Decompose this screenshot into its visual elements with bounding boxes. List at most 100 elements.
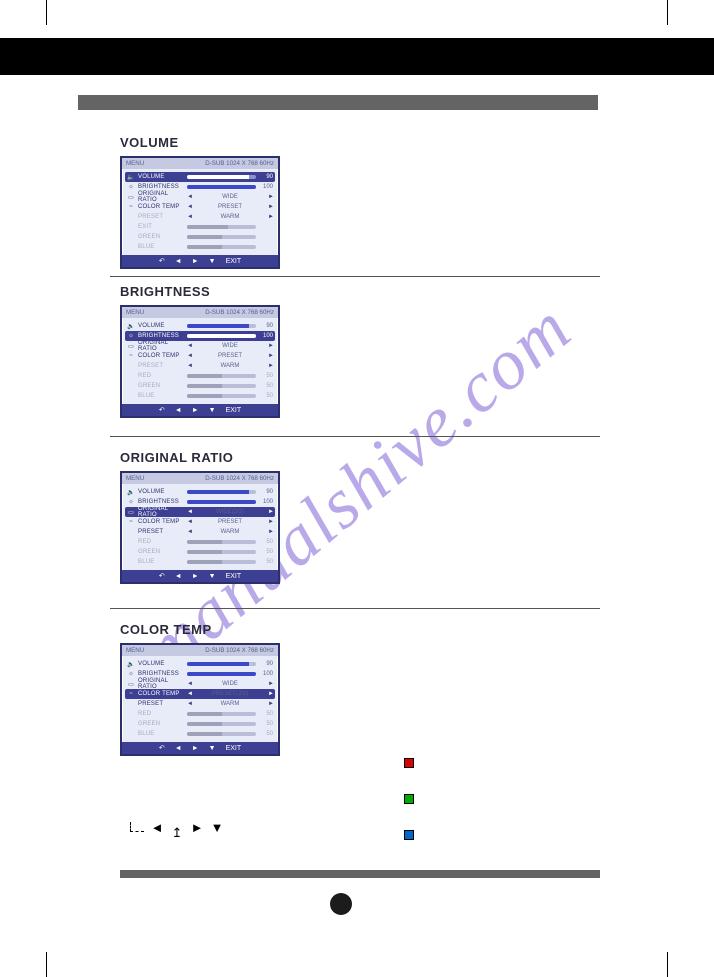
chevron-right-icon[interactable]: ► — [268, 509, 273, 515]
osd-item-original-ratio[interactable]: ▭ ORIGINAL RATIO ◄ WIDE ► — [125, 192, 275, 202]
section-volume: VOLUME MENU D-SUB 1024 X 768 60Hz 🔈 VOLU… — [120, 135, 600, 269]
back-icon[interactable]: ↶ — [159, 406, 165, 414]
osd-item-blue: BLUE50 — [125, 729, 275, 739]
osd-item-label: VOLUME — [138, 323, 184, 329]
osd-menu: MENU D-SUB 1024 X 768 60Hz 🔈 VOLUME 90 ☼… — [120, 305, 280, 418]
chevron-left-icon[interactable]: ◄ — [187, 194, 192, 200]
back-icon[interactable]: ↶ — [159, 744, 165, 752]
osd-mode-label: D-SUB 1024 X 768 60Hz — [205, 160, 274, 167]
osd-item-blue: BLUE — [125, 242, 275, 252]
osd-item-value: PRESET — [195, 353, 265, 359]
back-icon[interactable]: ↶ — [159, 572, 165, 580]
osd-item-label: GREEN — [138, 721, 184, 727]
osd-item-color-temp[interactable]: ~COLOR TEMP◄PRESET(2/2)► — [125, 689, 275, 699]
ratio-icon: ▭ — [127, 343, 135, 350]
osd-item-preset[interactable]: PRESET◄WARM► — [125, 699, 275, 709]
chevron-right-icon[interactable]: ► — [268, 204, 273, 210]
osd-item-label: RED — [138, 373, 184, 379]
osd-footer: ↶ ◄ ► ▼ EXIT — [122, 742, 278, 754]
osd-item-label: COLOR TEMP — [138, 204, 184, 210]
osd-item-volume[interactable]: 🔈VOLUME90 — [125, 659, 275, 669]
chevron-right-icon[interactable]: ► — [268, 194, 273, 200]
left-icon[interactable]: ◄ — [175, 407, 182, 414]
chevron-right-icon[interactable]: ► — [268, 353, 273, 359]
chevron-right-icon[interactable]: ► — [268, 691, 273, 697]
osd-item-label: ORIGINAL RATIO — [138, 191, 184, 203]
osd-item-value: 90 — [259, 323, 273, 329]
osd-item-green: GREEN50 — [125, 381, 275, 391]
chevron-left-icon[interactable]: ◄ — [187, 204, 192, 210]
osd-item-color-temp[interactable]: ~COLOR TEMP◄PRESET► — [125, 517, 275, 527]
down-arrow-icon: ▼ — [210, 820, 224, 834]
osd-item-value: PRESET(2/2) — [195, 691, 265, 697]
right-icon[interactable]: ► — [192, 573, 199, 580]
right-icon[interactable]: ► — [192, 258, 199, 265]
wave-icon: ~ — [127, 519, 135, 525]
exit-label[interactable]: EXIT — [226, 573, 242, 580]
osd-item-label: PRESET — [138, 529, 184, 535]
speaker-icon: 🔈 — [127, 661, 135, 668]
osd-item-color-temp[interactable]: ~ COLOR TEMP ◄ PRESET ► — [125, 351, 275, 361]
osd-item-label: ORIGINAL RATIO — [138, 506, 184, 518]
osd-item-green: GREEN50 — [125, 719, 275, 729]
wave-icon: ~ — [127, 353, 135, 359]
header-bar — [0, 38, 714, 75]
osd-item-value: 100 — [259, 333, 273, 339]
down-icon[interactable]: ▼ — [209, 573, 216, 580]
sun-icon: ☼ — [127, 671, 135, 677]
osd-item-original-ratio[interactable]: ▭ORIGINAL RATIO◄WIDE(2/2)► — [125, 507, 275, 517]
exit-label[interactable]: EXIT — [226, 407, 242, 414]
chevron-left-icon[interactable]: ◄ — [187, 509, 192, 515]
osd-item-label: VOLUME — [138, 661, 184, 667]
osd-item-value: 100 — [259, 499, 273, 505]
osd-item-value: PRESET — [195, 204, 265, 210]
chevron-left-icon[interactable]: ◄ — [187, 681, 192, 687]
osd-mode-label: D-SUB 1024 X 768 60Hz — [205, 647, 274, 654]
chevron-right-icon[interactable]: ► — [268, 681, 273, 687]
osd-menu: MENU D-SUB 1024 X 768 60Hz 🔈 VOLUME 90 ☼… — [120, 156, 280, 269]
osd-item-volume[interactable]: 🔈 VOLUME 90 — [125, 321, 275, 331]
divider — [110, 436, 600, 437]
crop-mark — [667, 952, 668, 977]
down-icon[interactable]: ▼ — [209, 258, 216, 265]
osd-item-label: BRIGHTNESS — [138, 184, 184, 190]
osd-item-green: GREEN50 — [125, 547, 275, 557]
osd-item-original-ratio[interactable]: ▭ ORIGINAL RATIO ◄ WIDE ► — [125, 341, 275, 351]
osd-menu-label: MENU — [126, 647, 144, 654]
osd-item-color-temp[interactable]: ~ COLOR TEMP ◄ PRESET ► — [125, 202, 275, 212]
left-icon[interactable]: ◄ — [175, 258, 182, 265]
exit-label[interactable]: EXIT — [226, 258, 242, 265]
osd-item-value: WARM — [195, 214, 265, 220]
section-title: VOLUME — [120, 135, 600, 150]
osd-item-value: WIDE — [195, 343, 265, 349]
left-icon[interactable]: ◄ — [175, 745, 182, 752]
wave-icon: ~ — [127, 204, 135, 210]
nav-glyphs: ◄ ↥ ► ▼ — [130, 820, 224, 834]
down-icon[interactable]: ▼ — [209, 745, 216, 752]
right-icon[interactable]: ► — [192, 745, 199, 752]
osd-item-preset[interactable]: PRESET◄WARM► — [125, 527, 275, 537]
right-icon[interactable]: ► — [192, 407, 199, 414]
divider — [110, 608, 600, 609]
left-icon[interactable]: ◄ — [175, 573, 182, 580]
back-icon[interactable]: ↶ — [159, 257, 165, 265]
osd-item-preset: PRESET ◄WARM► — [125, 361, 275, 371]
chevron-right-icon[interactable]: ► — [268, 343, 273, 349]
ratio-icon: ▭ — [127, 681, 135, 688]
ratio-icon: ▭ — [127, 194, 135, 201]
osd-item-label: PRESET — [138, 214, 184, 220]
sun-icon: ☼ — [127, 499, 135, 505]
osd-item-volume[interactable]: 🔈VOLUME90 — [125, 487, 275, 497]
red-swatch — [404, 758, 414, 768]
exit-label[interactable]: EXIT — [226, 745, 242, 752]
down-icon[interactable]: ▼ — [209, 407, 216, 414]
chevron-left-icon[interactable]: ◄ — [187, 519, 192, 525]
osd-item-original-ratio[interactable]: ▭ORIGINAL RATIO◄WIDE► — [125, 679, 275, 689]
osd-item-volume[interactable]: 🔈 VOLUME 90 — [125, 172, 275, 182]
osd-item-value: 100 — [259, 184, 273, 190]
osd-menu-label: MENU — [126, 160, 144, 167]
chevron-left-icon[interactable]: ◄ — [187, 343, 192, 349]
chevron-left-icon[interactable]: ◄ — [187, 353, 192, 359]
chevron-right-icon[interactable]: ► — [268, 519, 273, 525]
chevron-left-icon[interactable]: ◄ — [187, 691, 192, 697]
